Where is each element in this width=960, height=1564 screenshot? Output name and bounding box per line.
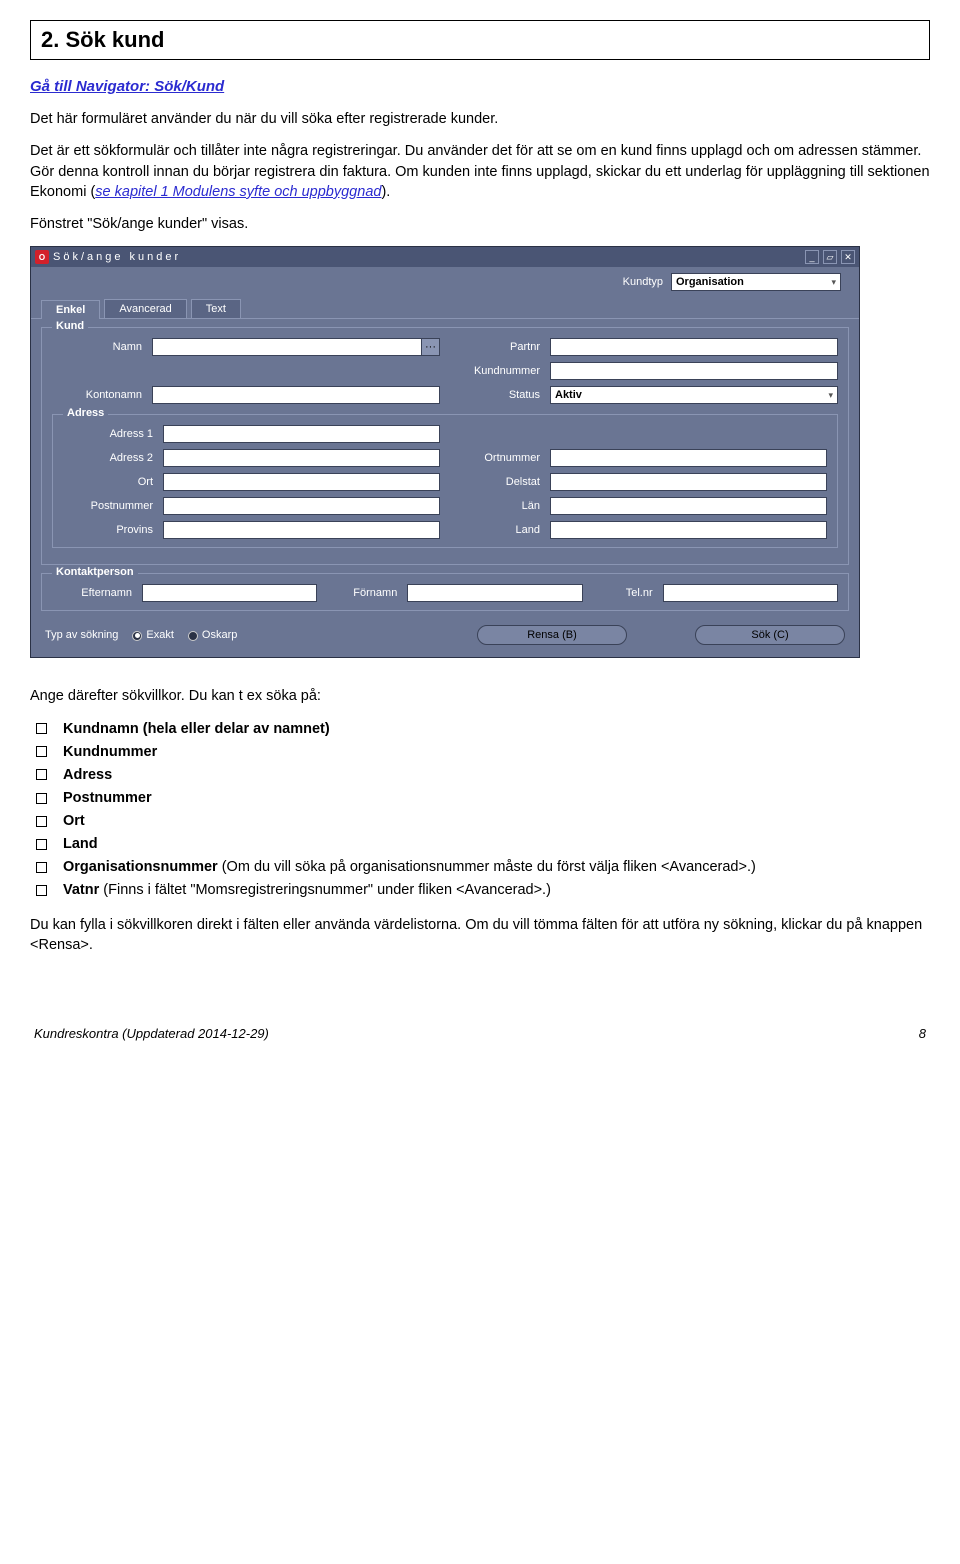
input-adress2[interactable] [163, 449, 440, 467]
chapter-link[interactable]: se kapitel 1 Modulens syfte och uppbyggn… [95, 184, 381, 200]
input-ortnummer[interactable] [550, 449, 827, 467]
kundtyp-select[interactable]: Organisation ▾ [671, 273, 841, 291]
list-item: Adress [66, 765, 930, 786]
input-provins[interactable] [163, 521, 440, 539]
label-land: Land [450, 524, 540, 536]
intro-paragraph-3: Fönstret "Sök/ange kunder" visas. [30, 214, 930, 234]
tab-avancerad[interactable]: Avancerad [104, 299, 186, 318]
oracle-icon: O [35, 250, 49, 264]
search-bottom-row: Typ av sökning Exakt Oskarp Rensa (B) Sö… [41, 619, 849, 647]
input-fornamn[interactable] [407, 584, 582, 602]
tab-body: Kund Namn ··· Partnr Kundnummer Kontonam… [31, 318, 859, 657]
input-kontonamn[interactable] [152, 386, 440, 404]
section-heading: 2. Sök kund [41, 27, 919, 53]
intro-paragraph-1: Det här formuläret använder du när du vi… [30, 109, 930, 129]
label-kundnummer: Kundnummer [450, 365, 540, 377]
label-typ-av-sokning: Typ av sökning [45, 629, 118, 641]
chevron-down-icon: ▾ [828, 390, 833, 401]
label-kontonamn: Kontonamn [52, 389, 142, 401]
label-delstat: Delstat [450, 476, 540, 488]
tab-enkel[interactable]: Enkel [41, 300, 100, 319]
label-adress2: Adress 2 [63, 452, 153, 464]
list-item: Ort [66, 811, 930, 832]
select-status[interactable]: Aktiv ▾ [550, 386, 838, 404]
lov-button-namn[interactable]: ··· [422, 338, 440, 356]
list-item: Organisationsnummer (Om du vill söka på … [66, 857, 930, 878]
list-item: Kundnamn (hela eller delar av namnet) [66, 719, 930, 740]
input-adress1[interactable] [163, 425, 440, 443]
window-title: Sök/ange kunder [53, 251, 805, 263]
input-delstat[interactable] [550, 473, 827, 491]
input-namn[interactable] [152, 338, 422, 356]
list-item: Postnummer [66, 788, 930, 809]
radio-oskarp[interactable]: Oskarp [188, 629, 237, 641]
kundtyp-label: Kundtyp [623, 276, 663, 288]
window-titlebar: O Sök/ange kunder _ ▱ ✕ [31, 247, 859, 267]
after-window-paragraph: Ange därefter sökvillkor. Du kan t ex sö… [30, 686, 930, 706]
radio-exakt[interactable]: Exakt [132, 629, 174, 641]
label-adress1: Adress 1 [63, 428, 153, 440]
rensa-button[interactable]: Rensa (B) [477, 625, 627, 645]
list-item: Land [66, 834, 930, 855]
input-efternamn[interactable] [142, 584, 317, 602]
list-item: Vatnr (Finns i fältet "Momsregistrerings… [66, 880, 930, 901]
tab-strip: Enkel Avancerad Text [31, 299, 859, 318]
navigator-link[interactable]: Gå till Navigator: Sök/Kund [30, 78, 224, 95]
input-partnr[interactable] [550, 338, 838, 356]
group-kontaktperson: Kontaktperson Efternamn Förnamn Tel.nr [41, 573, 849, 611]
chevron-down-icon: ▾ [831, 277, 836, 288]
group-kund: Kund Namn ··· Partnr Kundnummer Kontonam… [41, 327, 849, 565]
input-ort[interactable] [163, 473, 440, 491]
label-ort: Ort [63, 476, 153, 488]
tab-text[interactable]: Text [191, 299, 241, 318]
input-land[interactable] [550, 521, 827, 539]
maximize-icon[interactable]: ▱ [823, 250, 837, 264]
input-postnummer[interactable] [163, 497, 440, 515]
label-status: Status [450, 389, 540, 401]
label-fornamn: Förnamn [327, 587, 397, 599]
label-lan: Län [450, 500, 540, 512]
page-footer: Kundreskontra (Uppdaterad 2014-12-29) 8 [30, 1026, 930, 1041]
intro-paragraph-2: Det är ett sökformulär och tillåter inte… [30, 141, 930, 202]
label-namn: Namn [52, 341, 142, 353]
label-partnr: Partnr [450, 341, 540, 353]
close-icon[interactable]: ✕ [841, 250, 855, 264]
label-efternamn: Efternamn [52, 587, 132, 599]
search-criteria-list: Kundnamn (hela eller delar av namnet) Ku… [30, 719, 930, 901]
search-customer-window: O Sök/ange kunder _ ▱ ✕ Kundtyp Organisa… [30, 246, 860, 658]
label-ortnummer: Ortnummer [450, 452, 540, 464]
input-telnr[interactable] [663, 584, 838, 602]
sok-button[interactable]: Sök (C) [695, 625, 845, 645]
input-lan[interactable] [550, 497, 827, 515]
section-heading-box: 2. Sök kund [30, 20, 930, 60]
footer-left: Kundreskontra (Uppdaterad 2014-12-29) [34, 1026, 269, 1041]
label-provins: Provins [63, 524, 153, 536]
closing-paragraph: Du kan fylla i sökvillkoren direkt i fäl… [30, 915, 930, 956]
group-adress: Adress Adress 1 Adress 2 Ortnummer Ort D… [52, 414, 838, 548]
input-kundnummer[interactable] [550, 362, 838, 380]
footer-page-number: 8 [919, 1026, 926, 1041]
minimize-icon[interactable]: _ [805, 250, 819, 264]
label-postnummer: Postnummer [63, 500, 153, 512]
list-item: Kundnummer [66, 742, 930, 763]
label-telnr: Tel.nr [593, 587, 653, 599]
